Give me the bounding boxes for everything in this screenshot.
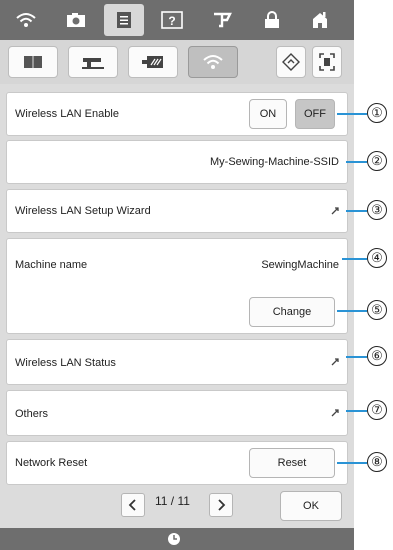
help-icon: ?: [161, 11, 183, 29]
ok-button[interactable]: OK: [280, 491, 342, 521]
tab-wifi[interactable]: [6, 4, 46, 36]
wifi-icon: [16, 13, 36, 27]
setup-wizard-label: Wireless LAN Setup Wizard: [15, 205, 151, 217]
wifi-icon: [203, 55, 223, 69]
subtab-sewing[interactable]: [68, 46, 118, 78]
tab-thread[interactable]: [202, 4, 242, 36]
callout-3: ③: [367, 200, 387, 220]
previous-page-button[interactable]: [121, 493, 145, 517]
page-indicator: 11 / 11: [155, 494, 190, 508]
category-tab-bar: [0, 40, 354, 84]
callout-1: ①: [367, 103, 387, 123]
callout-line-3: [346, 210, 367, 212]
callout-4: ④: [367, 248, 387, 268]
wireless-on-button[interactable]: ON: [249, 99, 287, 129]
wireless-status-row[interactable]: Wireless LAN Status: [6, 339, 348, 385]
tab-help[interactable]: ?: [152, 4, 192, 36]
callout-2: ②: [367, 151, 387, 171]
others-row[interactable]: Others: [6, 390, 348, 436]
document-icon: [117, 12, 131, 28]
home-icon: [313, 12, 327, 28]
embroidery-frame-icon: [142, 56, 163, 68]
chevron-right-icon: [331, 207, 339, 215]
subtab-basic[interactable]: [8, 46, 58, 78]
sewing-machine-icon: [82, 58, 104, 69]
setup-wizard-row[interactable]: Wireless LAN Setup Wizard: [6, 189, 348, 233]
wireless-off-button[interactable]: OFF: [295, 99, 335, 129]
callout-line-2: [346, 161, 367, 163]
chevron-right-icon: [331, 358, 339, 366]
diamond-arrow-icon: [282, 53, 300, 71]
callout-line-1: [337, 113, 367, 115]
scroll-up-button[interactable]: [276, 46, 306, 78]
callout-line-4: [342, 258, 367, 260]
machine-name-row: Machine name SewingMachine Change: [6, 238, 348, 334]
others-label: Others: [15, 408, 49, 420]
next-page-button[interactable]: [209, 493, 233, 517]
callout-6: ⑥: [367, 346, 387, 366]
callout-line-7: [346, 410, 367, 412]
wireless-lan-enable-label: Wireless LAN Enable: [15, 108, 119, 120]
callout-8: ⑧: [367, 452, 387, 472]
chevron-right-icon: [331, 409, 339, 417]
camera-icon: [67, 13, 85, 27]
top-tab-bar: ?: [0, 0, 354, 40]
ssid-row: My-Sewing-Machine-SSID: [6, 140, 348, 184]
callout-line-8: [337, 462, 367, 464]
bottom-bar: [0, 528, 354, 550]
subtab-wireless[interactable]: [188, 46, 238, 78]
callout-5: ⑤: [367, 300, 387, 320]
reset-button[interactable]: Reset: [249, 448, 335, 478]
wireless-lan-enable-row: Wireless LAN Enable ON OFF: [6, 92, 348, 136]
callout-line-5: [337, 310, 367, 312]
clock-icon: [168, 533, 180, 545]
change-button[interactable]: Change: [249, 297, 335, 327]
callout-7: ⑦: [367, 400, 387, 420]
svg-text:?: ?: [168, 14, 175, 28]
network-reset-label: Network Reset: [15, 457, 88, 469]
chevron-right-icon: [218, 499, 226, 511]
machine-name-value: SewingMachine: [261, 259, 339, 271]
settings-screen: ? Wireless LAN Enable ON OFF My-Sewing-M…: [0, 0, 354, 550]
subtab-embroidery[interactable]: [128, 46, 178, 78]
tab-home[interactable]: [300, 4, 340, 36]
wireless-status-label: Wireless LAN Status: [15, 357, 116, 369]
fullscreen-button[interactable]: [312, 46, 342, 78]
tab-settings[interactable]: [104, 4, 144, 36]
frame-icon: [319, 53, 335, 71]
lock-icon: [265, 11, 279, 28]
thread-icon: [214, 12, 232, 28]
ssid-value: My-Sewing-Machine-SSID: [210, 156, 339, 168]
book-icon: [24, 56, 42, 68]
tab-lock[interactable]: [252, 4, 292, 36]
chevron-left-icon: [128, 499, 136, 511]
machine-name-label: Machine name: [15, 259, 88, 271]
callout-line-6: [346, 356, 367, 358]
network-reset-row: Network Reset Reset: [6, 441, 348, 485]
tab-camera[interactable]: [56, 4, 96, 36]
